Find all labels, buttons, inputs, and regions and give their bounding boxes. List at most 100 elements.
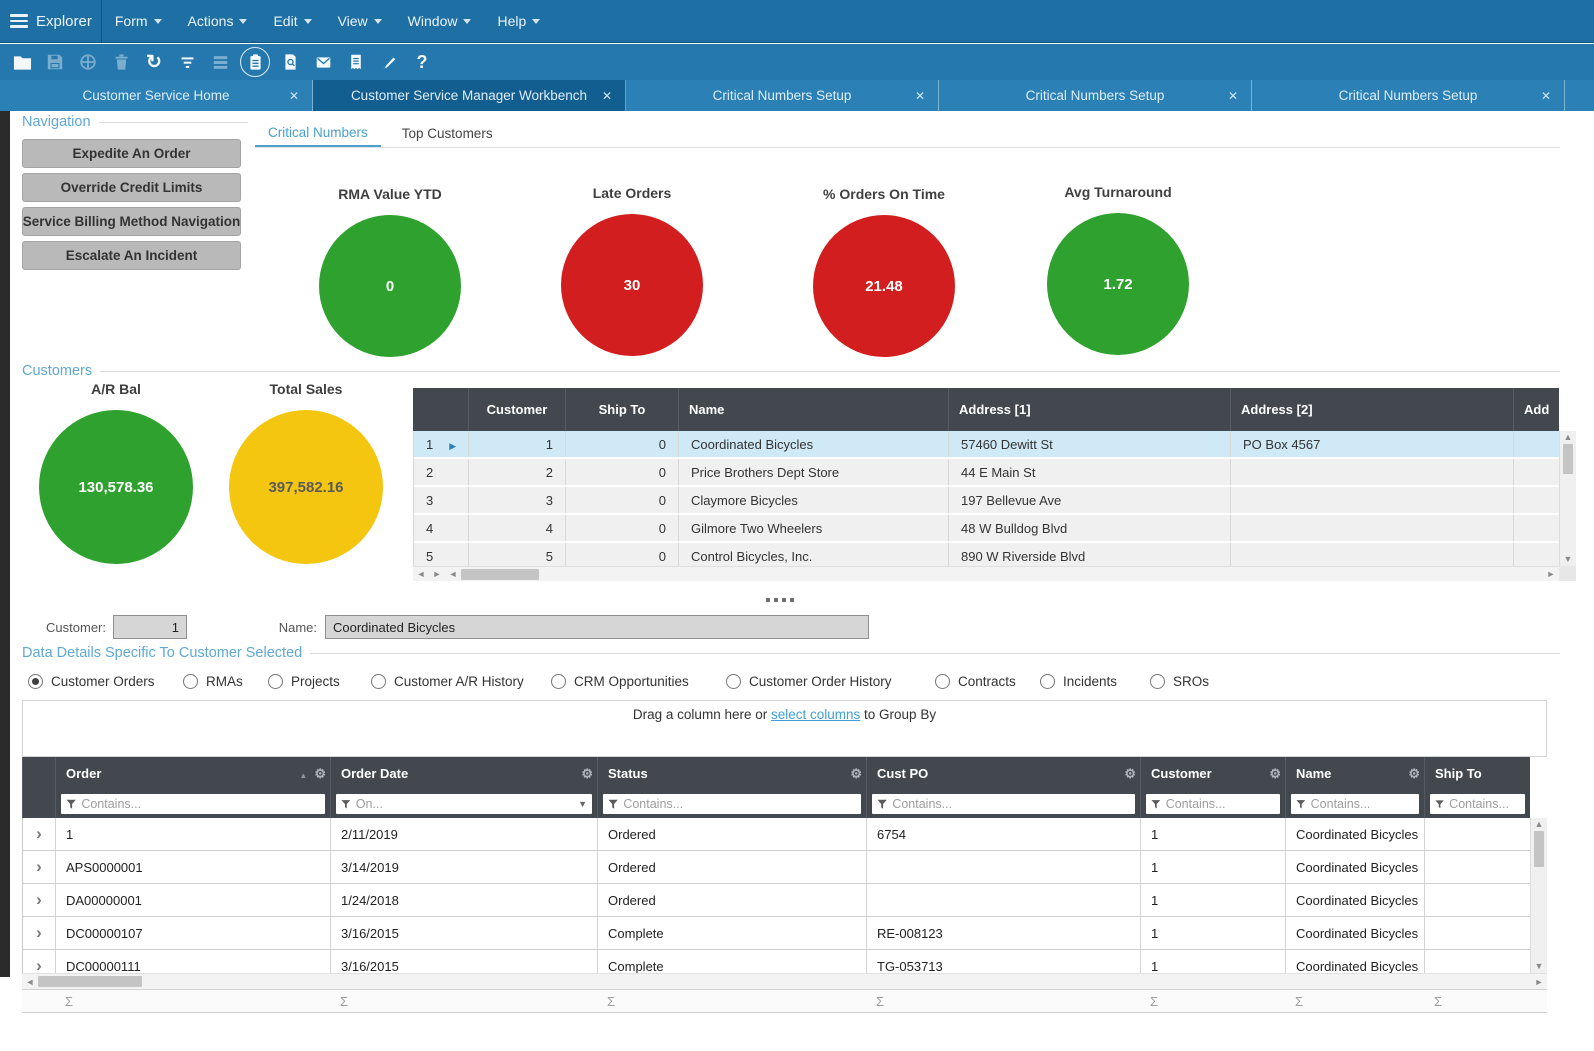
scroll-right-icon[interactable]: ► <box>1543 569 1559 579</box>
table-row[interactable]: APS0000001 3/14/2019 Ordered 1 Coordinat… <box>23 851 1530 884</box>
row-number-header[interactable] <box>413 388 468 431</box>
radio-customer-orders[interactable]: Customer Orders <box>28 674 155 689</box>
scrollbar-thumb[interactable] <box>1534 831 1544 867</box>
expand-row-button[interactable] <box>23 950 56 973</box>
radio-sros[interactable]: SROs <box>1150 674 1209 689</box>
scrollbar-thumb[interactable] <box>1563 444 1573 474</box>
column-header-address3[interactable]: Add <box>1513 388 1559 431</box>
orders-grid-vscrollbar[interactable]: ▲ ▼ <box>1530 818 1547 973</box>
table-row[interactable]: 2 2 0 Price Brothers Dept Store 44 E Mai… <box>414 459 1559 487</box>
close-icon[interactable] <box>1541 88 1551 103</box>
filter-status[interactable] <box>603 794 861 814</box>
brush-icon[interactable] <box>376 48 402 76</box>
column-options-gear-icon[interactable] <box>1408 766 1420 782</box>
summary-sigma[interactable]: Σ <box>1424 990 1530 1012</box>
column-header-ship-to[interactable]: Ship To <box>1424 757 1530 790</box>
close-icon[interactable] <box>602 88 612 103</box>
radio-rmas[interactable]: RMAs <box>183 674 243 689</box>
scroll-right-icon[interactable]: ► <box>1531 977 1547 987</box>
column-header-order-date[interactable]: Order Date <box>330 757 597 790</box>
radio-projects[interactable]: Projects <box>268 674 340 689</box>
scroll-left-icon[interactable]: ◄ <box>22 977 38 987</box>
scroll-up-icon[interactable]: ▲ <box>1535 818 1544 831</box>
column-header-name[interactable]: Name <box>678 388 948 431</box>
explorer-menu[interactable]: Explorer <box>36 13 92 30</box>
column-options-gear-icon[interactable] <box>850 766 862 782</box>
summary-sigma[interactable]: Σ <box>597 990 866 1012</box>
close-icon[interactable] <box>289 88 299 103</box>
tab-critical-numbers-setup-3[interactable]: Critical Numbers Setup <box>1252 80 1565 111</box>
name-field[interactable] <box>325 615 869 639</box>
column-header-ship-to[interactable]: Ship To <box>565 388 678 431</box>
radio-crm-opportunities[interactable]: CRM Opportunities <box>551 674 689 689</box>
table-row[interactable]: DC00000107 3/16/2015 Complete RE-008123 … <box>23 917 1530 950</box>
column-header-customer[interactable]: Customer <box>1140 757 1285 790</box>
scroll-up-icon[interactable]: ▲ <box>1564 431 1573 444</box>
service-billing-method-navigation-button[interactable]: Service Billing Method Navigation <box>22 207 241 236</box>
expedite-an-order-button[interactable]: Expedite An Order <box>22 139 241 168</box>
summary-sigma[interactable]: Σ <box>866 990 1140 1012</box>
tab-customer-service-home[interactable]: Customer Service Home <box>0 80 313 111</box>
group-by-dropzone[interactable]: Drag a column here or select columns to … <box>22 700 1547 757</box>
subtab-top-customers[interactable]: Top Customers <box>389 120 506 147</box>
customers-grid-vscrollbar[interactable]: ▲ ▼ <box>1559 431 1576 566</box>
radio-incidents[interactable]: Incidents <box>1040 674 1117 689</box>
filter-customer[interactable] <box>1146 794 1280 814</box>
customer-field[interactable] <box>113 615 187 639</box>
refresh-icon[interactable] <box>141 48 167 76</box>
delete-trash-icon[interactable] <box>108 48 134 76</box>
expand-row-button[interactable] <box>23 917 56 949</box>
table-row[interactable]: DC00000111 3/16/2015 Complete TG-053713 … <box>23 950 1530 973</box>
orders-grid-hscrollbar[interactable]: ◄ ► <box>22 973 1547 989</box>
table-row[interactable]: 1 1 0 Coordinated Bicycles 57460 Dewitt … <box>414 431 1559 459</box>
expand-row-button[interactable] <box>23 818 56 850</box>
subtab-critical-numbers[interactable]: Critical Numbers <box>255 120 381 147</box>
summary-sigma[interactable]: Σ <box>1140 990 1285 1012</box>
table-row[interactable]: 4 4 0 Gilmore Two Wheelers 48 W Bulldog … <box>414 515 1559 543</box>
radio-contracts[interactable]: Contracts <box>935 674 1016 689</box>
column-header-status[interactable]: Status <box>597 757 866 790</box>
clipboard-icon[interactable] <box>240 47 270 77</box>
help-icon[interactable] <box>409 48 435 76</box>
filter-name[interactable] <box>1291 794 1419 814</box>
invoice-icon[interactable] <box>343 48 369 76</box>
close-icon[interactable] <box>915 88 925 103</box>
filter-icon[interactable] <box>174 48 200 76</box>
customers-grid-hscrollbar[interactable]: ◄ ► ◄ ► <box>413 566 1559 581</box>
scrollbar-thumb[interactable] <box>38 976 142 987</box>
scrollbar-thumb[interactable] <box>461 569 539 580</box>
summary-sigma[interactable]: Σ <box>330 990 597 1012</box>
summary-sigma[interactable]: Σ <box>55 990 330 1012</box>
menu-actions[interactable]: Actions <box>175 0 261 42</box>
menu-edit[interactable]: Edit <box>260 0 324 42</box>
column-header-cust-po[interactable]: Cust PO <box>866 757 1140 790</box>
scroll-left-icon[interactable]: ◄ <box>413 569 429 579</box>
column-header-customer[interactable]: Customer <box>468 388 565 431</box>
hamburger-icon[interactable] <box>10 14 28 28</box>
column-header-order[interactable]: Order <box>55 757 330 790</box>
summary-sigma[interactable]: Σ <box>1285 990 1424 1012</box>
override-credit-limits-button[interactable]: Override Credit Limits <box>22 173 241 202</box>
menu-window[interactable]: Window <box>395 0 485 42</box>
scroll-right-icon[interactable]: ► <box>429 569 445 579</box>
scroll-left-icon[interactable]: ◄ <box>445 569 461 579</box>
escalate-an-incident-button[interactable]: Escalate An Incident <box>22 241 241 270</box>
target-icon[interactable] <box>75 48 101 76</box>
column-options-gear-icon[interactable] <box>314 766 326 782</box>
filter-cust-po[interactable] <box>872 794 1135 814</box>
dropdown-caret-icon[interactable]: ▼ <box>578 799 587 809</box>
table-row[interactable]: DA00000001 1/24/2018 Ordered 1 Coordinat… <box>23 884 1530 917</box>
table-row[interactable]: 3 3 0 Claymore Bicycles 197 Bellevue Ave <box>414 487 1559 515</box>
close-icon[interactable] <box>1228 88 1238 103</box>
document-search-icon[interactable] <box>277 48 303 76</box>
open-folder-icon[interactable] <box>9 48 35 76</box>
splitter-handle[interactable] <box>766 598 794 602</box>
scroll-down-icon[interactable]: ▼ <box>1535 960 1544 973</box>
expand-row-button[interactable] <box>23 884 56 916</box>
filter-order[interactable] <box>61 794 325 814</box>
save-icon[interactable] <box>42 48 68 76</box>
filter-ship-to[interactable] <box>1430 794 1525 814</box>
radio-customer-ar-history[interactable]: Customer A/R History <box>371 674 524 689</box>
tab-critical-numbers-setup-1[interactable]: Critical Numbers Setup <box>626 80 939 111</box>
scroll-down-icon[interactable]: ▼ <box>1564 553 1573 566</box>
